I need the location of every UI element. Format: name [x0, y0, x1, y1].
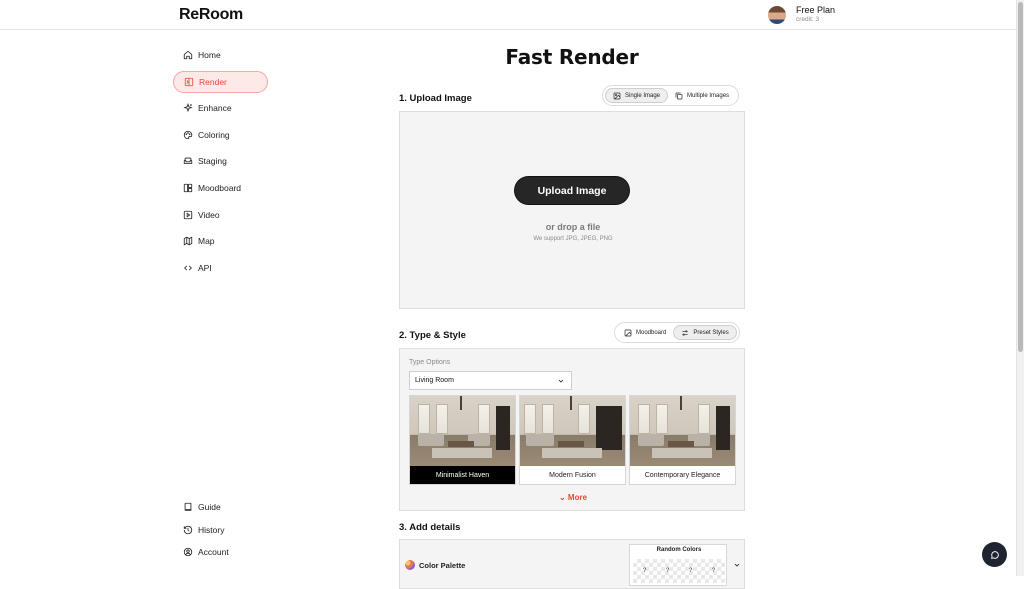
chevron-down-icon[interactable] [733, 561, 741, 569]
sidebar-item-api[interactable]: API [173, 257, 268, 279]
history-icon [182, 524, 193, 535]
book-icon [182, 502, 193, 513]
sidebar-item-video[interactable]: Video [173, 204, 268, 226]
scrollbar-thumb[interactable] [1018, 2, 1023, 352]
sidebar-item-account[interactable]: Account [173, 541, 268, 563]
style-card-label: Minimalist Haven [410, 466, 515, 484]
sofa-icon [182, 156, 193, 167]
sliders-icon [682, 329, 689, 336]
page-title: Fast Render [505, 45, 639, 69]
map-icon [182, 236, 193, 247]
more-label: More [567, 493, 588, 502]
chat-icon [990, 550, 999, 559]
style-card-label: Contemporary Elegance [644, 471, 721, 479]
room-type-value: Living Room [415, 377, 454, 384]
sidebar-item-map[interactable]: Map [173, 230, 268, 252]
add-details-section-title: 3. Add details [399, 522, 461, 533]
moodboard-icon [624, 329, 632, 336]
color-palette-icon [405, 560, 415, 570]
chat-support-button[interactable] [982, 542, 1007, 567]
sidebar-item-moodboard[interactable]: Moodboard [173, 177, 268, 199]
swatch-placeholder: ? [642, 568, 647, 574]
swatch-placeholder: ? [665, 568, 670, 574]
single-image-option[interactable]: Single Image [605, 88, 669, 103]
moodboard-icon [182, 182, 193, 193]
style-card-minimalist-haven[interactable]: Minimalist Haven [409, 395, 516, 485]
avatar[interactable] [768, 5, 786, 24]
preset-styles-option[interactable]: Preset Styles [673, 325, 737, 340]
upload-dropzone[interactable]: Upload Image or drop a file We support J… [399, 111, 745, 309]
sidebar-item-render[interactable]: Render [173, 70, 268, 93]
style-cards: Minimalist Haven Modern Fusion Contempor… [409, 395, 739, 485]
code-icon [182, 262, 193, 273]
moodboard-option[interactable]: Moodboard [617, 325, 673, 340]
style-card-label: Modern Fusion [549, 471, 596, 479]
upload-image-button[interactable]: Upload Image [515, 177, 629, 204]
sidebar-item-label: Account [198, 547, 229, 558]
upload-mode-toggle: Single Image Multiple Images [602, 85, 740, 106]
moodboard-label: Moodboard [636, 329, 667, 336]
more-styles-button[interactable]: ⌄ More [400, 493, 746, 502]
palette-icon [182, 129, 193, 140]
sidebar-item-label: Home [198, 50, 221, 60]
sidebar-item-label: Map [198, 236, 215, 247]
swatch-placeholder: ? [711, 568, 716, 574]
sidebar-item-coloring[interactable]: Coloring [173, 124, 268, 146]
type-style-panel: Type Options Living Room Minimalist Have… [399, 348, 745, 511]
plan-name: Free Plan [796, 5, 836, 15]
app-logo[interactable]: ReRoom [179, 6, 243, 24]
sidebar-item-enhance[interactable]: Enhance [173, 97, 268, 119]
user-menu[interactable]: Free Plan credit: 3 [768, 5, 835, 24]
style-mode-toggle: Moodboard Preset Styles [614, 322, 740, 343]
single-image-label: Single Image [625, 92, 661, 99]
multiple-images-label: Multiple Images [687, 92, 730, 99]
credit-count: credit: 3 [796, 16, 820, 23]
account-icon [182, 547, 193, 558]
sidebar-item-label: Moodboard [198, 182, 242, 193]
color-palette-label: Color Palette [419, 561, 466, 570]
sidebar-item-label: Coloring [198, 129, 230, 140]
sidebar-bottom: Guide History Account [173, 496, 268, 564]
image-icon [613, 92, 621, 99]
sidebar-item-label: Guide [198, 502, 221, 512]
home-icon [182, 50, 193, 61]
style-preview-image [630, 396, 735, 466]
sidebar-item-label: History [198, 524, 225, 535]
multiple-images-option[interactable]: Multiple Images [668, 88, 736, 103]
sidebar-item-label: Render [199, 76, 227, 87]
images-icon [675, 92, 683, 99]
supported-formats-text: We support JPG, JPEG, PNG [533, 236, 613, 242]
type-options-label: Type Options [409, 359, 451, 366]
swatch-placeholder: ? [688, 568, 693, 574]
sidebar: Home Render Enhance Coloring Staging Moo… [173, 44, 268, 283]
room-type-select[interactable]: Living Room [409, 371, 572, 390]
render-icon [183, 76, 194, 87]
sidebar-item-label: API [198, 262, 212, 273]
color-palette-panel[interactable]: Color Palette Random Colors ? ? ? ? [399, 539, 745, 589]
sidebar-item-history[interactable]: History [173, 519, 268, 541]
sparkle-icon [182, 103, 193, 114]
style-preview-image [410, 396, 515, 466]
style-preview-image [520, 396, 625, 466]
preset-styles-label: Preset Styles [693, 329, 729, 336]
sidebar-item-label: Video [198, 209, 220, 220]
video-icon [182, 209, 193, 220]
chevron-down-icon: ⌄ [558, 493, 568, 502]
random-colors-title: Random Colors [656, 547, 702, 553]
sidebar-item-label: Enhance [198, 103, 232, 114]
sidebar-item-guide[interactable]: Guide [173, 496, 268, 518]
drop-file-text: or drop a file [545, 222, 601, 232]
sidebar-item-home[interactable]: Home [173, 44, 268, 66]
sidebar-item-staging[interactable]: Staging [173, 150, 268, 172]
color-swatches: ? ? ? ? [633, 559, 725, 583]
chevron-down-icon [558, 379, 564, 383]
style-card-contemporary-elegance[interactable]: Contemporary Elegance [629, 395, 736, 485]
random-colors-option[interactable]: Random Colors ? ? ? ? [629, 544, 727, 586]
top-bar: ReRoom Free Plan credit: 3 [0, 0, 1016, 30]
sidebar-item-label: Staging [198, 156, 227, 167]
type-style-section-title: 2. Type & Style [399, 330, 466, 341]
upload-section-title: 1. Upload Image [399, 93, 472, 104]
style-card-modern-fusion[interactable]: Modern Fusion [519, 395, 626, 485]
